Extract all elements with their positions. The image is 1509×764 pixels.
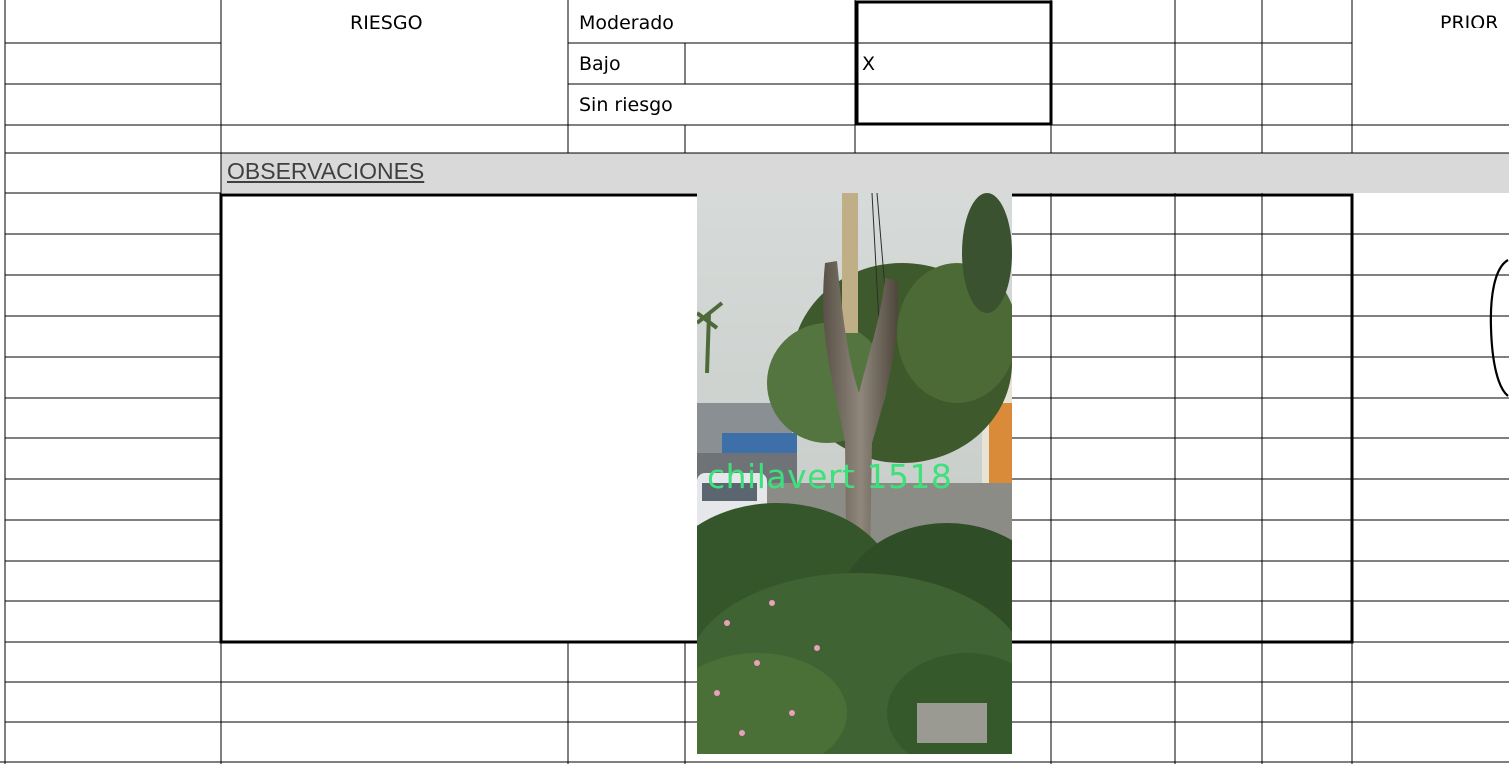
- photo-caption: chilavert 1518: [707, 457, 953, 496]
- mark-bajo[interactable]: X: [862, 53, 875, 75]
- observaciones-heading: OBSERVACIONES: [227, 158, 425, 184]
- riesgo-label: RIESGO: [350, 12, 423, 34]
- handwritten-mark: [1489, 259, 1509, 397]
- risk-level-sin-riesgo: Sin riesgo: [579, 94, 673, 116]
- risk-level-moderado: Moderado: [579, 12, 674, 34]
- tree-photo: chilavert 1518: [697, 193, 1012, 754]
- risk-level-bajo: Bajo: [579, 53, 621, 75]
- prioridad-label: PRIOR: [1440, 12, 1499, 28]
- prioridad-label-clip: PRIOR: [1430, 2, 1509, 28]
